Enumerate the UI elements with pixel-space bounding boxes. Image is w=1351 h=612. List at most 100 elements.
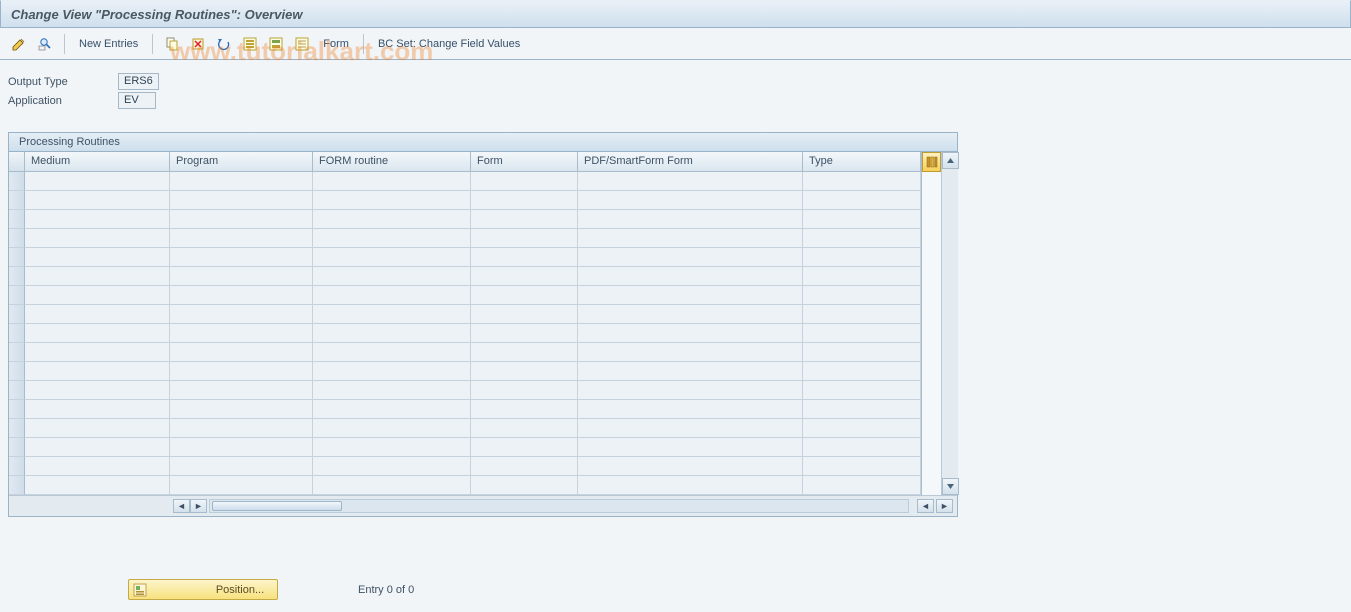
table-cell[interactable] <box>25 419 170 438</box>
table-cell[interactable] <box>803 267 921 286</box>
table-cell[interactable] <box>578 286 803 305</box>
scroll-left-end-icon[interactable]: ◄ <box>917 499 934 513</box>
table-cell[interactable] <box>471 229 578 248</box>
table-cell[interactable] <box>313 343 471 362</box>
table-row[interactable] <box>25 286 921 305</box>
table-cell[interactable] <box>471 191 578 210</box>
scroll-down-icon[interactable] <box>942 478 959 495</box>
column-header[interactable]: FORM routine <box>313 152 471 171</box>
select-block-icon[interactable] <box>265 34 287 54</box>
row-selector[interactable] <box>9 381 25 400</box>
row-selector[interactable] <box>9 343 25 362</box>
vertical-scrollbar[interactable] <box>941 152 958 495</box>
table-row[interactable] <box>25 343 921 362</box>
row-selector[interactable] <box>9 476 25 495</box>
table-cell[interactable] <box>471 419 578 438</box>
row-selector[interactable] <box>9 457 25 476</box>
table-cell[interactable] <box>313 248 471 267</box>
table-cell[interactable] <box>313 210 471 229</box>
select-all-icon[interactable] <box>239 34 261 54</box>
table-cell[interactable] <box>313 381 471 400</box>
table-cell[interactable] <box>170 381 313 400</box>
table-cell[interactable] <box>578 305 803 324</box>
table-cell[interactable] <box>803 229 921 248</box>
row-selector[interactable] <box>9 248 25 267</box>
table-row[interactable] <box>25 210 921 229</box>
table-cell[interactable] <box>471 305 578 324</box>
table-row[interactable] <box>25 457 921 476</box>
table-cell[interactable] <box>25 324 170 343</box>
table-cell[interactable] <box>803 476 921 495</box>
table-cell[interactable] <box>170 172 313 191</box>
table-cell[interactable] <box>803 305 921 324</box>
horizontal-scrollbar[interactable]: ◄ ► ◄ ► <box>9 495 957 516</box>
table-cell[interactable] <box>471 210 578 229</box>
position-button[interactable]: Position... <box>128 579 278 600</box>
table-cell[interactable] <box>803 381 921 400</box>
column-header[interactable]: PDF/SmartForm Form <box>578 152 803 171</box>
table-cell[interactable] <box>25 191 170 210</box>
table-cell[interactable] <box>803 286 921 305</box>
column-header[interactable]: Program <box>170 152 313 171</box>
table-row[interactable] <box>25 229 921 248</box>
change-display-toggle-icon[interactable] <box>8 34 30 54</box>
table-cell[interactable] <box>170 210 313 229</box>
table-cell[interactable] <box>25 305 170 324</box>
row-selector[interactable] <box>9 419 25 438</box>
table-cell[interactable] <box>313 191 471 210</box>
table-cell[interactable] <box>471 172 578 191</box>
table-cell[interactable] <box>25 267 170 286</box>
table-cell[interactable] <box>170 248 313 267</box>
table-cell[interactable] <box>170 438 313 457</box>
table-cell[interactable] <box>313 400 471 419</box>
table-row[interactable] <box>25 172 921 191</box>
row-selector[interactable] <box>9 210 25 229</box>
table-cell[interactable] <box>170 229 313 248</box>
table-row[interactable] <box>25 324 921 343</box>
configure-columns-icon[interactable] <box>922 152 941 172</box>
table-cell[interactable] <box>170 343 313 362</box>
table-cell[interactable] <box>25 362 170 381</box>
table-cell[interactable] <box>578 248 803 267</box>
table-cell[interactable] <box>471 438 578 457</box>
table-cell[interactable] <box>170 362 313 381</box>
table-cell[interactable] <box>25 400 170 419</box>
table-cell[interactable] <box>170 324 313 343</box>
table-cell[interactable] <box>578 210 803 229</box>
table-row[interactable] <box>25 267 921 286</box>
row-selector[interactable] <box>9 438 25 457</box>
table-cell[interactable] <box>578 419 803 438</box>
row-selector[interactable] <box>9 286 25 305</box>
table-cell[interactable] <box>803 343 921 362</box>
table-cell[interactable] <box>313 267 471 286</box>
table-cell[interactable] <box>25 438 170 457</box>
table-cell[interactable] <box>578 191 803 210</box>
table-row[interactable] <box>25 400 921 419</box>
scroll-right-end-icon[interactable]: ► <box>936 499 953 513</box>
table-cell[interactable] <box>170 419 313 438</box>
application-value[interactable]: EV <box>118 92 156 109</box>
find-icon[interactable] <box>34 34 56 54</box>
scroll-up-icon[interactable] <box>942 152 959 169</box>
hscroll-thumb[interactable] <box>212 501 342 511</box>
table-cell[interactable] <box>578 362 803 381</box>
table-cell[interactable] <box>471 248 578 267</box>
copy-as-icon[interactable] <box>161 34 183 54</box>
table-cell[interactable] <box>170 457 313 476</box>
table-cell[interactable] <box>803 248 921 267</box>
row-selector[interactable] <box>9 229 25 248</box>
table-row[interactable] <box>25 381 921 400</box>
table-cell[interactable] <box>25 457 170 476</box>
table-cell[interactable] <box>803 362 921 381</box>
row-selector[interactable] <box>9 362 25 381</box>
table-cell[interactable] <box>313 324 471 343</box>
column-header[interactable]: Form <box>471 152 578 171</box>
undo-icon[interactable] <box>213 34 235 54</box>
table-cell[interactable] <box>313 476 471 495</box>
table-row[interactable] <box>25 419 921 438</box>
table-cell[interactable] <box>803 438 921 457</box>
output-type-value[interactable]: ERS6 <box>118 73 159 90</box>
table-cell[interactable] <box>313 362 471 381</box>
table-cell[interactable] <box>25 248 170 267</box>
table-cell[interactable] <box>578 381 803 400</box>
